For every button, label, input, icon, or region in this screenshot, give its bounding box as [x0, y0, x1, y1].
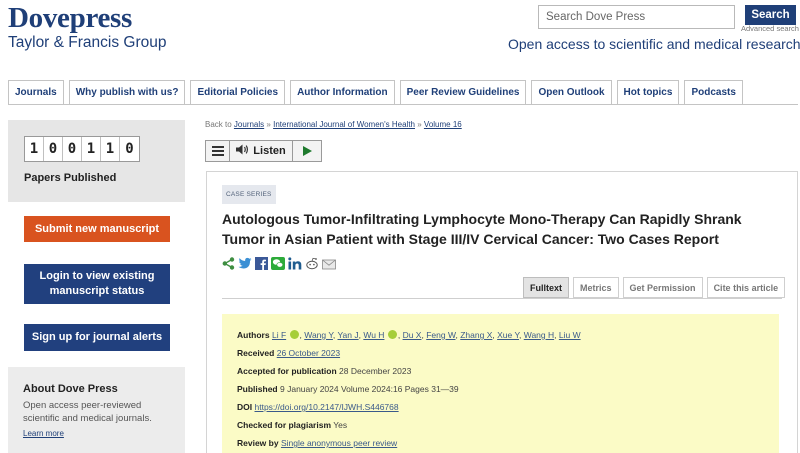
counter-digit: 0 — [44, 137, 63, 161]
plagiarism-label: Checked for plagiarism — [237, 420, 332, 430]
site-tagline: Open access to scientific and medical re… — [508, 36, 800, 52]
twitter-icon[interactable] — [238, 257, 252, 275]
listen-toolbar: Listen — [205, 140, 322, 162]
breadcrumb: Back to Journals » International Journal… — [205, 120, 462, 129]
author-link[interactable]: Wu H — [363, 330, 384, 340]
tab-fulltext[interactable]: Fulltext — [523, 277, 570, 298]
nav-podcasts[interactable]: Podcasts — [684, 80, 743, 104]
listen-button[interactable]: Listen — [230, 141, 293, 161]
doi-link[interactable]: https://doi.org/10.2147/IJWH.S446768 — [255, 402, 399, 412]
nav-peer-review-guidelines[interactable]: Peer Review Guidelines — [399, 80, 527, 104]
facebook-icon[interactable] — [255, 257, 268, 275]
counter-digit: 1 — [25, 137, 44, 161]
papers-counter: 1 0 0 1 1 0 Papers Published — [8, 120, 185, 202]
orcid-icon[interactable] — [289, 330, 299, 339]
article-tabs: Fulltext Metrics Get Permission Cite thi… — [523, 277, 786, 298]
share-icons — [222, 257, 336, 275]
email-icon[interactable] — [322, 257, 336, 275]
article-card: CASE SERIES Autologous Tumor-Infiltratin… — [206, 171, 798, 453]
accepted-row: Accepted for publication 28 December 202… — [237, 362, 764, 380]
published-row: Published 9 January 2024 Volume 2024:16 … — [237, 380, 764, 398]
counter-digit: 1 — [82, 137, 101, 161]
listen-label: Listen — [253, 145, 286, 157]
author-link[interactable]: Yan J — [338, 330, 359, 340]
nav-open-outlook[interactable]: Open Outlook — [531, 80, 612, 104]
author-link[interactable]: Wang H — [524, 330, 554, 340]
wechat-icon[interactable] — [271, 257, 285, 275]
breadcrumb-journal-name[interactable]: International Journal of Women's Health — [273, 120, 415, 129]
search-input[interactable] — [538, 5, 735, 29]
search-button[interactable]: Search — [745, 5, 796, 25]
author-link[interactable]: Wang Y — [304, 330, 333, 340]
play-icon[interactable] — [293, 141, 321, 161]
nav-why-publish[interactable]: Why publish with us? — [68, 80, 186, 104]
linkedin-icon[interactable] — [288, 257, 302, 275]
submit-manuscript-button[interactable]: Submit new manuscript — [24, 216, 170, 242]
review-label: Review by — [237, 438, 279, 448]
journal-alerts-button[interactable]: Sign up for journal alerts — [24, 324, 170, 351]
published-info: 9 January 2024 Volume 2024:16 Pages 31—3… — [280, 384, 459, 394]
doi-row: DOI https://doi.org/10.2147/IJWH.S446768 — [237, 398, 764, 416]
counter-digits: 1 0 0 1 1 0 — [24, 136, 140, 162]
breadcrumb-separator: » — [266, 120, 271, 129]
counter-digit: 0 — [125, 141, 134, 157]
nav-divider — [8, 104, 798, 105]
tab-cite-this-article[interactable]: Cite this article — [706, 277, 786, 298]
main-nav: Journals Why publish with us? Editorial … — [8, 80, 743, 104]
logo-subtitle: Taylor & Francis Group — [8, 34, 167, 51]
author-link[interactable]: Feng W — [426, 330, 455, 340]
login-manuscript-status-button[interactable]: Login to view existing manuscript status — [24, 264, 170, 304]
share-icon[interactable] — [222, 257, 235, 275]
author-link[interactable]: Li F — [272, 330, 286, 340]
logo-title: Dovepress — [8, 2, 133, 34]
breadcrumb-separator: » — [417, 120, 422, 129]
plagiarism-row: Checked for plagiarism Yes — [237, 416, 764, 434]
speaker-icon — [236, 144, 249, 158]
author-link[interactable]: Zhang X — [460, 330, 492, 340]
review-type-link[interactable]: Single anonymous peer review — [281, 438, 397, 448]
published-label: Published — [237, 384, 278, 394]
received-label: Received — [237, 348, 275, 358]
counter-digit: 1 — [101, 137, 120, 161]
menu-icon[interactable] — [206, 141, 230, 161]
tab-metrics[interactable]: Metrics — [573, 277, 619, 298]
breadcrumb-volume[interactable]: Volume 16 — [424, 120, 462, 129]
reddit-icon[interactable] — [305, 257, 319, 275]
plagiarism-value: Yes — [333, 420, 348, 430]
learn-more-link[interactable]: Learn more — [23, 429, 170, 438]
article-type-badge: CASE SERIES — [222, 185, 276, 204]
received-row: Received 26 October 2023 — [237, 344, 764, 362]
accepted-label: Accepted for publication — [237, 366, 337, 376]
orcid-icon[interactable] — [387, 330, 397, 339]
tab-get-permission[interactable]: Get Permission — [622, 277, 703, 298]
counter-digit: 0 — [63, 137, 82, 161]
about-dove-press: About Dove Press Open access peer-review… — [8, 367, 185, 453]
breadcrumb-prefix: Back to — [205, 120, 232, 129]
author-link[interactable]: Xue Y — [497, 330, 519, 340]
doi-label: DOI — [237, 402, 253, 412]
breadcrumb-journals[interactable]: Journals — [234, 120, 264, 129]
received-date[interactable]: 26 October 2023 — [277, 348, 340, 358]
dovepress-logo[interactable]: Dovepress Taylor & Francis Group — [8, 3, 167, 52]
counter-label: Papers Published — [24, 172, 117, 184]
nav-author-information[interactable]: Author Information — [290, 80, 395, 104]
article-metadata: Authors Li F , Wang Y, Yan J, Wu H , Du … — [222, 314, 779, 453]
review-row: Review by Single anonymous peer review — [237, 434, 764, 452]
about-title: About Dove Press — [23, 383, 118, 395]
article-title: Autologous Tumor-Infiltrating Lymphocyte… — [222, 211, 742, 247]
advanced-search-link[interactable]: Advanced search — [741, 24, 799, 33]
nav-journals[interactable]: Journals — [8, 80, 64, 104]
accepted-date: 28 December 2023 — [339, 366, 412, 376]
author-link[interactable]: Liu W — [559, 330, 581, 340]
about-text: Open access peer-reviewed scientific and… — [23, 400, 152, 424]
author-link[interactable]: Du X — [403, 330, 422, 340]
tabs-divider — [222, 298, 782, 299]
nav-hot-topics[interactable]: Hot topics — [616, 80, 680, 104]
authors-label: Authors — [237, 330, 270, 340]
authors-row: Authors Li F , Wang Y, Yan J, Wu H , Du … — [237, 330, 581, 340]
nav-editorial-policies[interactable]: Editorial Policies — [190, 80, 286, 104]
